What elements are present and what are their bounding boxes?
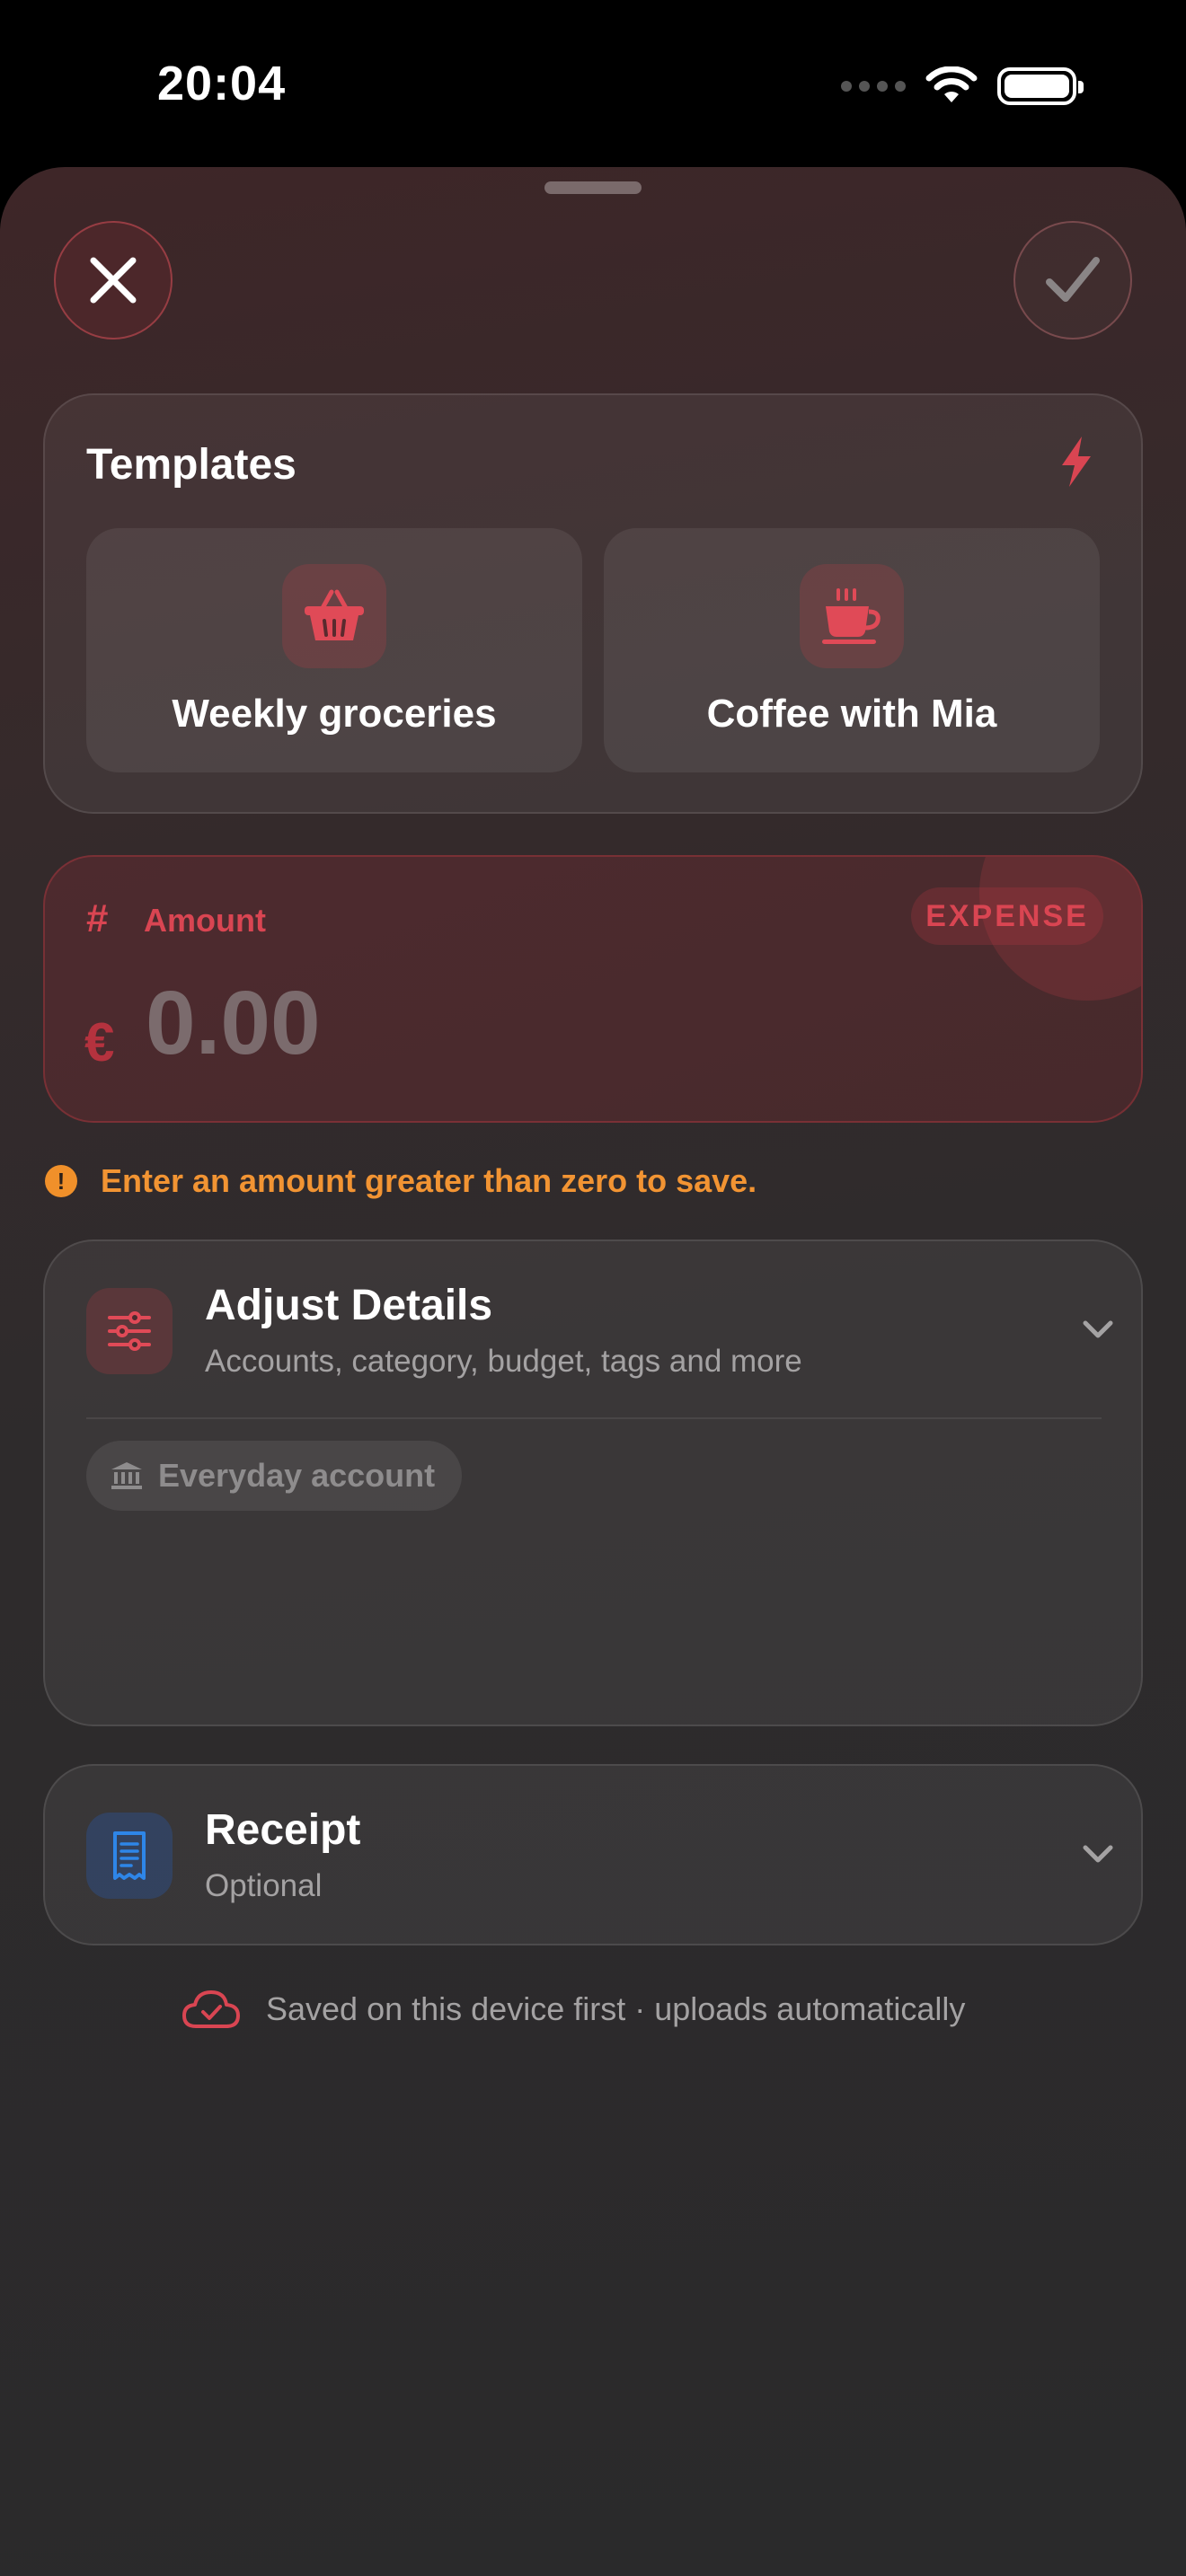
status-bar: 20:04 (0, 0, 1186, 167)
chevron-down-icon[interactable] (1082, 1319, 1114, 1340)
wifi-icon (925, 66, 978, 102)
cloud-check-icon (182, 1990, 240, 2028)
template-label: Coffee with Mia (706, 692, 997, 736)
amount-label: Amount (144, 902, 266, 939)
sliders-icon (86, 1288, 173, 1374)
close-button[interactable] (54, 221, 173, 340)
adjust-details-subtitle: Accounts, category, budget, tags and mor… (205, 1344, 802, 1379)
sync-status: Saved on this device first · uploads aut… (181, 1989, 965, 2030)
basket-icon (282, 564, 386, 668)
template-label: Weekly groceries (172, 692, 497, 736)
bank-icon (111, 1462, 142, 1489)
amount-input[interactable]: 0.00 (146, 972, 321, 1075)
sheet-grabber[interactable] (544, 181, 642, 194)
account-chip-label: Everyday account (158, 1457, 436, 1494)
template-coffee-with-mia[interactable]: Coffee with Mia (604, 528, 1100, 772)
templates-title: Templates (86, 441, 296, 489)
battery-icon (997, 67, 1084, 105)
status-icons (841, 66, 1084, 106)
amount-card[interactable]: # Amount EXPENSE € 0.00 (43, 855, 1143, 1123)
warning-icon: ! (45, 1165, 77, 1197)
receipt-title: Receipt (205, 1806, 361, 1854)
coffee-cup-icon (800, 564, 904, 668)
validation-message: Enter an amount greater than zero to sav… (101, 1162, 757, 1199)
template-weekly-groceries[interactable]: Weekly groceries (86, 528, 582, 772)
receipt-card[interactable]: Receipt Optional (43, 1764, 1143, 1945)
hash-icon: # (86, 896, 109, 940)
sync-status-text: Saved on this device first · uploads aut… (266, 1990, 966, 2027)
transaction-type-badge[interactable]: EXPENSE (911, 887, 1103, 945)
validation-warning: ! Enter an amount greater than zero to s… (45, 1162, 757, 1200)
checkmark-icon (1046, 257, 1100, 302)
save-button[interactable] (1013, 221, 1132, 340)
cellular-signal-icon (841, 81, 906, 92)
adjust-details-card: Adjust Details Accounts, category, budge… (43, 1239, 1143, 1726)
currency-symbol: € (84, 1012, 115, 1072)
divider (86, 1417, 1102, 1419)
adjust-details-title[interactable]: Adjust Details (205, 1281, 492, 1330)
receipt-icon (86, 1813, 173, 1899)
bolt-icon[interactable] (1057, 435, 1096, 489)
status-time: 20:04 (157, 57, 287, 110)
close-icon (90, 257, 137, 304)
add-transaction-sheet: Templates Weekly groceries Coffee with M… (0, 167, 1186, 2576)
receipt-subtitle: Optional (205, 1868, 323, 1903)
templates-card: Templates Weekly groceries Coffee with M… (43, 393, 1143, 814)
account-chip[interactable]: Everyday account (86, 1441, 463, 1511)
chevron-down-icon[interactable] (1082, 1843, 1114, 1865)
